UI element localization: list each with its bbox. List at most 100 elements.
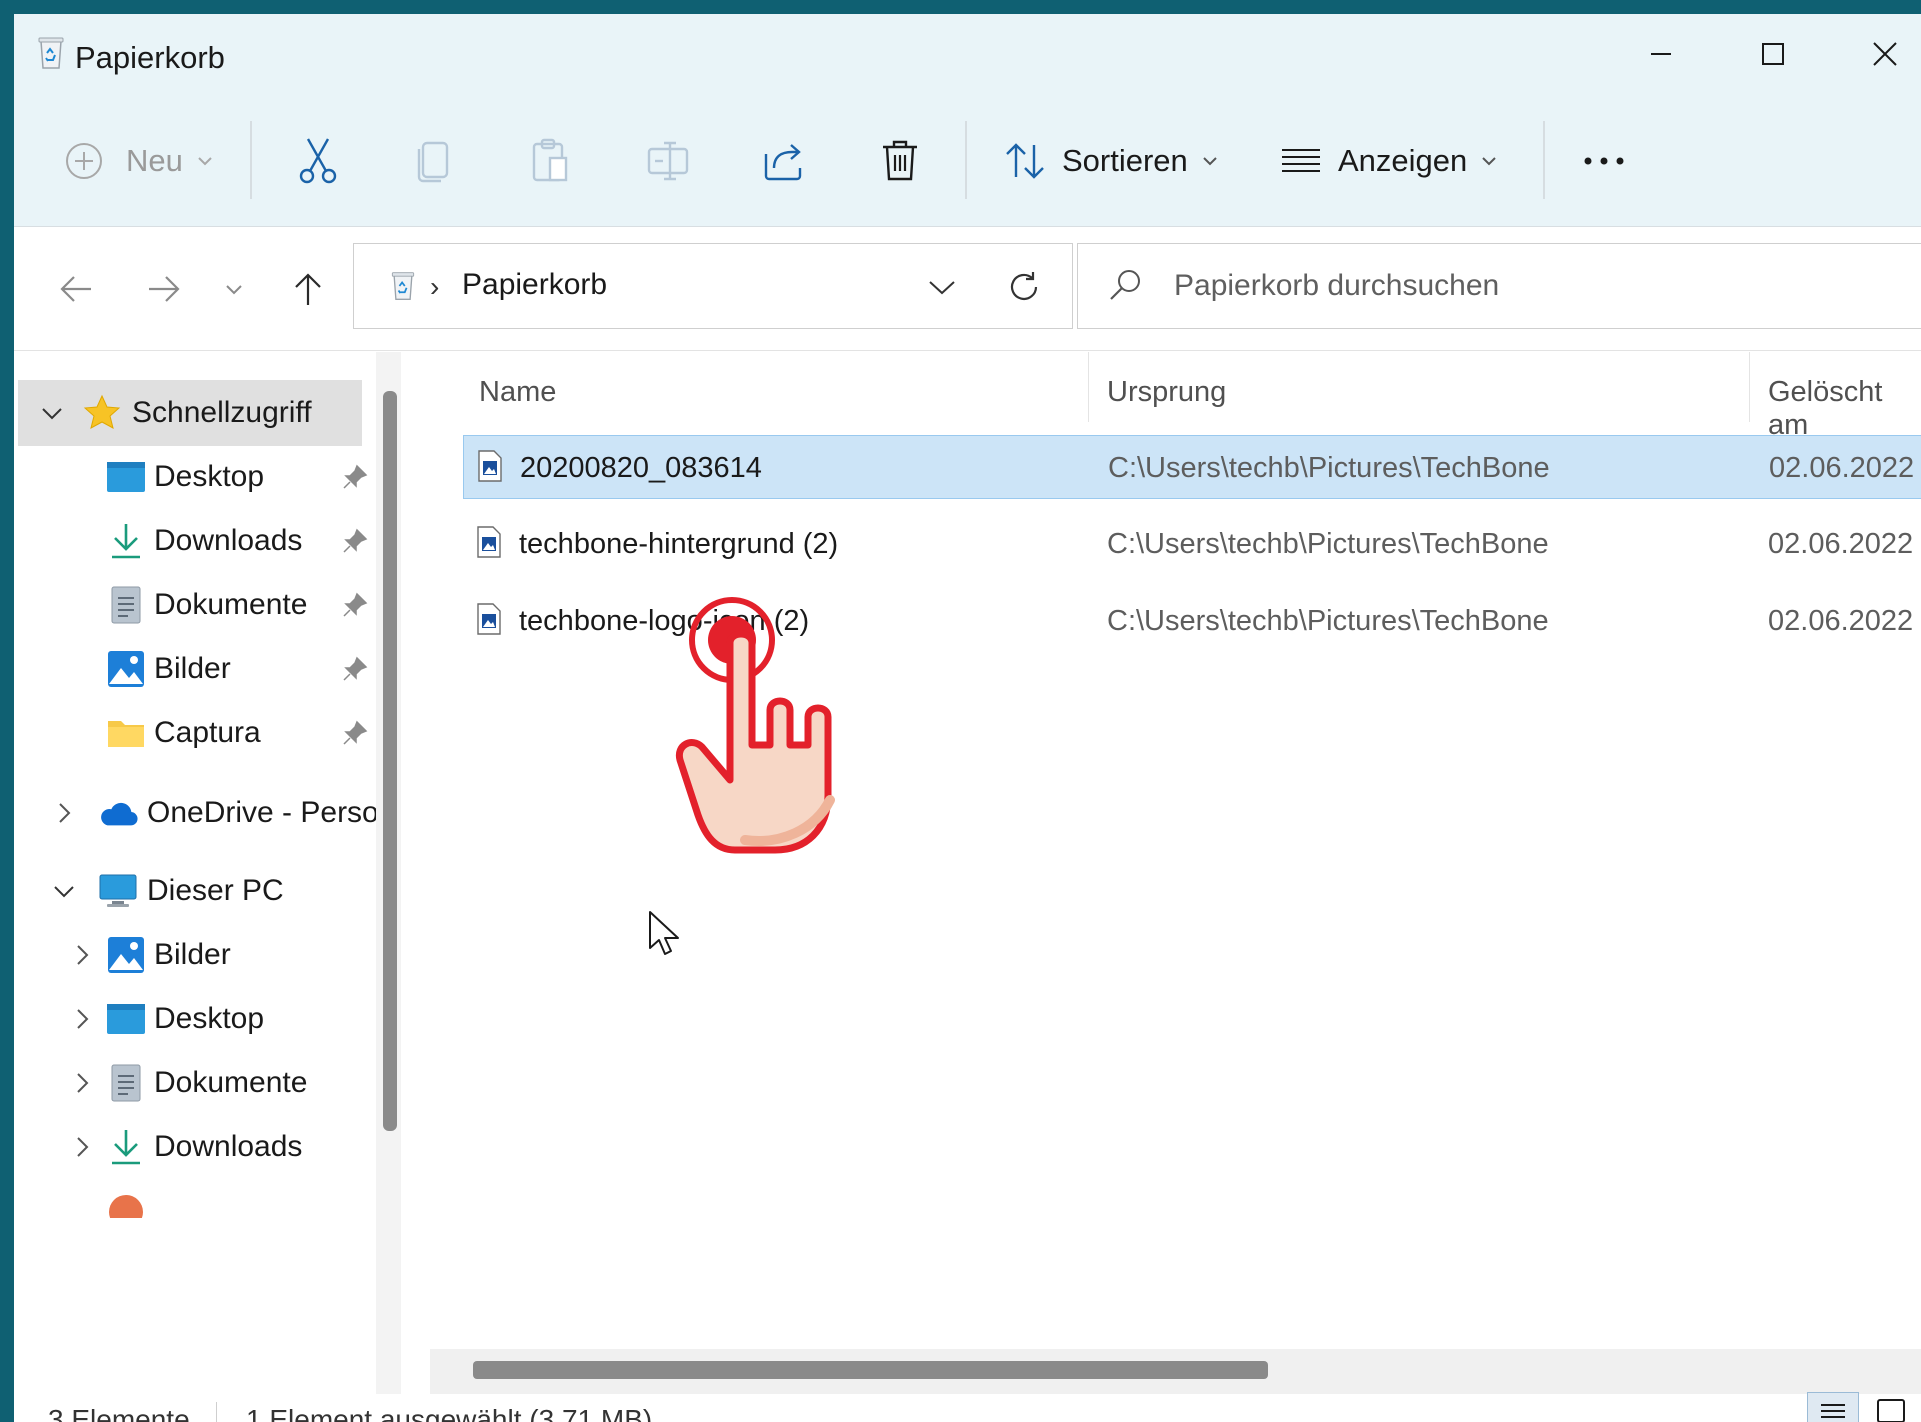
minimize-button[interactable] [1606, 14, 1716, 93]
sidebar-item-pc-downloads[interactable]: Downloads [14, 1114, 374, 1180]
paste-button[interactable] [530, 129, 570, 193]
navigation-row: › Papierkorb [14, 227, 1921, 351]
back-button[interactable] [48, 261, 104, 317]
sidebar-item-pc-pictures[interactable]: Bilder [14, 922, 374, 988]
more-options-button[interactable] [1582, 129, 1626, 193]
up-button[interactable] [280, 261, 336, 317]
search-box[interactable] [1077, 243, 1921, 329]
close-button[interactable] [1830, 14, 1921, 93]
desktop-icon [106, 999, 146, 1039]
sidebar-item-pictures[interactable]: Bilder [14, 636, 374, 702]
star-icon [82, 393, 122, 433]
sidebar-item-label: Captura [154, 716, 261, 749]
sidebar-scrollbar-thumb[interactable] [383, 391, 397, 1131]
cut-button[interactable] [296, 129, 340, 193]
music-icon [106, 1192, 146, 1218]
sidebar-item-quick-access[interactable]: Schnellzugriff [18, 380, 362, 446]
sidebar-item-documents[interactable]: Dokumente [14, 572, 374, 638]
forward-button[interactable] [136, 261, 192, 317]
search-input[interactable] [1174, 244, 1874, 328]
sort-label: Sortieren [1062, 143, 1188, 178]
sidebar-item-label: Dokumente [154, 588, 308, 621]
rename-button[interactable] [646, 129, 690, 193]
refresh-icon [1010, 272, 1038, 300]
chevron-right-icon[interactable] [70, 943, 94, 967]
sidebar-item-pc-desktop[interactable]: Desktop [14, 986, 374, 1052]
pin-icon [342, 720, 368, 751]
chevron-right-icon[interactable] [70, 1071, 94, 1095]
image-file-icon [477, 603, 501, 635]
column-divider[interactable] [1749, 352, 1750, 422]
chevron-down-icon [1482, 157, 1496, 166]
pin-icon [342, 528, 368, 559]
sidebar-item-this-pc[interactable]: Dieser PC [14, 858, 374, 924]
sidebar-item-onedrive[interactable]: OneDrive - Person [14, 780, 395, 846]
sidebar-item-pc-documents[interactable]: Dokumente [14, 1050, 374, 1116]
image-file-icon [477, 526, 501, 558]
delete-button[interactable] [880, 129, 920, 193]
scissors-icon [299, 138, 337, 184]
sidebar-item-desktop[interactable]: Desktop [14, 444, 374, 510]
file-explorer-window: Papierkorb Neu Sortieren Anzeigen › Papi… [14, 14, 1921, 1422]
column-header-deleted[interactable]: Gelöscht am [1768, 376, 1921, 442]
download-icon [106, 521, 146, 561]
chevron-down-icon[interactable] [40, 401, 64, 425]
table-row[interactable]: techbone-hintergrund (2) C:\Users\techb\… [463, 512, 1921, 576]
maximize-button[interactable] [1718, 14, 1828, 93]
list-view-icon [1282, 149, 1320, 172]
sidebar-item-label: Bilder [154, 938, 231, 971]
file-name: techbone-hintergrund (2) [519, 528, 839, 560]
sidebar-item-label: Dieser PC [147, 874, 284, 907]
address-history-button[interactable] [912, 264, 972, 310]
chevron-right-icon[interactable] [52, 801, 76, 825]
file-origin: C:\Users\techb\Pictures\TechBone [1108, 452, 1550, 484]
tiles-view-button[interactable] [1865, 1392, 1917, 1422]
breadcrumb-item[interactable]: Papierkorb [462, 268, 607, 302]
rename-icon [647, 141, 689, 181]
column-divider[interactable] [1088, 352, 1089, 422]
sidebar-item-label: Schnellzugriff [132, 396, 312, 429]
toolbar-divider [965, 121, 967, 199]
chevron-down-icon [1203, 157, 1217, 166]
arrow-right-icon [149, 276, 180, 302]
column-header-origin[interactable]: Ursprung [1107, 376, 1226, 409]
sidebar-item-label: OneDrive - Person [147, 796, 396, 829]
title-bar: Papierkorb [14, 14, 1921, 93]
status-bar: 3 Elemente 1 Element ausgewählt (3,71 MB… [14, 1392, 1921, 1422]
chevron-right-icon[interactable] [70, 1007, 94, 1031]
address-bar[interactable]: › Papierkorb [353, 243, 1073, 329]
minimize-icon [1651, 52, 1671, 55]
arrow-left-icon [60, 276, 91, 302]
sidebar-item-captura[interactable]: Captura [14, 700, 374, 766]
desktop-icon [106, 457, 146, 497]
details-view-button[interactable] [1807, 1392, 1859, 1422]
computer-icon [98, 871, 138, 911]
sidebar-item-label: Downloads [154, 1130, 303, 1163]
folder-icon [106, 713, 146, 753]
view-button[interactable]: Anzeigen [1280, 129, 1497, 193]
sidebar-item-partial[interactable] [14, 1178, 374, 1218]
share-button[interactable] [762, 129, 804, 193]
download-icon [106, 1127, 146, 1167]
recent-locations-button[interactable] [214, 261, 254, 317]
chevron-down-icon [226, 285, 242, 295]
sort-arrows-icon [1006, 143, 1044, 179]
sidebar-item-downloads[interactable]: Downloads [14, 508, 374, 574]
toolbar-divider [1543, 121, 1545, 199]
pin-icon [342, 464, 368, 495]
new-button[interactable]: Neu [64, 129, 213, 193]
chevron-down-icon [929, 281, 955, 295]
chevron-right-icon[interactable] [70, 1135, 94, 1159]
table-row[interactable]: 20200820_083614 C:\Users\techb\Pictures\… [463, 435, 1921, 499]
horizontal-scrollbar-thumb[interactable] [473, 1361, 1268, 1379]
chevron-down-icon[interactable] [52, 879, 76, 903]
search-icon [1110, 270, 1140, 300]
plus-circle-icon [66, 143, 102, 179]
refresh-button[interactable] [994, 260, 1054, 314]
toolbar-divider [250, 121, 252, 199]
sort-button[interactable]: Sortieren [1004, 129, 1218, 193]
recycle-bin-icon [391, 272, 415, 300]
view-label: Anzeigen [1338, 143, 1468, 178]
column-header-name[interactable]: Name [479, 376, 556, 409]
copy-button[interactable] [414, 129, 454, 193]
